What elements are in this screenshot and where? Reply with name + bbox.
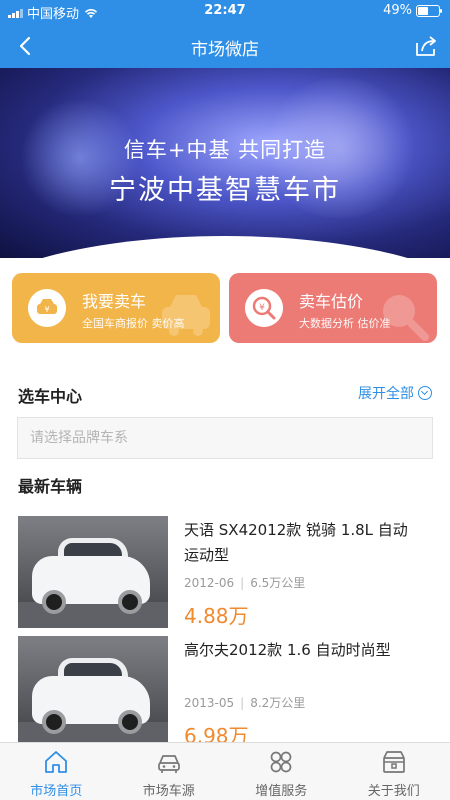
home-icon [45,751,68,773]
svg-text:¥: ¥ [259,303,265,313]
estimate-icon: ¥ [245,289,283,327]
car-price: 4.88万 [184,604,249,628]
page-title: 市场微店 [191,40,259,60]
latest-cars-heading: 最新车辆 [18,477,83,496]
expand-all-label: 展开全部 [358,386,414,402]
tab-value-added-services[interactable]: 增值服务 [225,743,338,800]
nav-bar: 市场微店 [0,24,450,68]
sell-car-card[interactable]: ¥ 我要卖车 全国车商报价 卖价高 [12,273,220,343]
store-icon [382,751,405,773]
banner-tagline: 信车+中基 共同打造 [123,138,327,162]
select-car-heading: 选车中心 [18,387,83,406]
car-photo [18,516,168,628]
car-watermark-icon [162,295,210,336]
share-icon[interactable] [412,32,440,60]
expand-all-button[interactable]: 展开全部 [358,383,432,403]
banner-curve [0,236,450,258]
top-bar: 中国移动 22:47 49% 市场微店 [0,0,450,68]
tab-label: 关于我们 [367,784,420,799]
tab-label: 市场车源 [142,784,195,799]
svg-text:¥: ¥ [44,305,49,314]
promo-banner[interactable]: 信车+中基 共同打造 宁波中基智慧车市 [0,68,450,258]
car-meta: 2012-06 | 6.5万公里 [184,576,306,590]
car-year: 2012-06 [184,576,235,590]
car-photo [18,636,168,748]
estimate-card[interactable]: ¥ 卖车估价 大数据分析 估价准 [229,273,437,343]
chevron-down-icon [418,386,432,400]
tab-label: 增值服务 [255,784,308,799]
tab-market-home[interactable]: 市场首页 [0,743,113,800]
bottom-tab-bar: 市场首页 市场车源 增值服务 关于我们 [0,742,450,800]
car-list-item[interactable]: 高尔夫2012款 1.6 自动时尚型 2013-05 | 8.2万公里 6.98万 [18,636,432,748]
grid-icon [270,751,292,773]
sell-car-title: 我要卖车 [82,292,147,311]
car-mileage: 8.2万公里 [250,696,306,710]
battery-icon [416,4,442,17]
car-year: 2013-05 [184,696,235,710]
car-name: 天语 SX42012款 锐骑 1.8L 自动运动型 [184,521,408,564]
car-icon [157,755,180,773]
estimate-title: 卖车估价 [299,292,364,311]
banner-headline: 宁波中基智慧车市 [109,175,341,206]
tab-label: 市场首页 [30,784,83,799]
car-list-item[interactable]: 天语 SX42012款 锐骑 1.8L 自动运动型 2012-06 | 6.5万公里… [18,516,432,628]
tab-about-us[interactable]: 关于我们 [338,743,450,800]
car-name: 高尔夫2012款 1.6 自动时尚型 [184,641,391,659]
tab-market-cars[interactable]: 市场车源 [113,743,226,800]
car-meta: 2013-05 | 8.2万公里 [184,696,306,710]
brand-series-input[interactable] [17,417,433,459]
status-bar: 中国移动 22:47 49% [0,0,450,22]
sell-car-icon: ¥ [28,289,66,327]
car-mileage: 6.5万公里 [250,576,306,590]
battery-percent: 49% [383,3,412,18]
magnifier-watermark-icon [383,295,429,341]
